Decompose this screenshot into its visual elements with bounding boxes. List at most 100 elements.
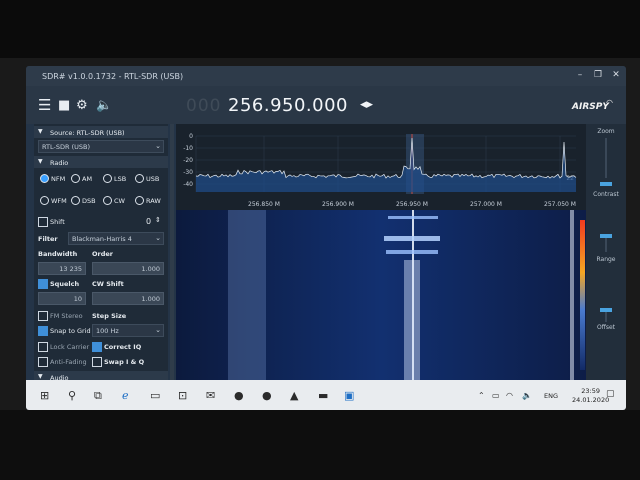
gear-icon[interactable]: ⚙: [76, 98, 88, 113]
close-button[interactable]: ✕: [610, 70, 622, 82]
store-icon[interactable]: ⊡: [178, 389, 187, 402]
tune-arrows-icon[interactable]: ◂▸: [360, 97, 373, 112]
chevron-down-icon: ⌄: [155, 234, 161, 242]
range-label: Range: [596, 256, 616, 263]
tray-wifi-icon[interactable]: ◠: [506, 391, 513, 400]
mode-label: WFM: [51, 197, 67, 205]
swap-iq-label: Swap I & Q: [104, 358, 145, 366]
lock-carrier-checkbox[interactable]: [38, 342, 48, 352]
x-tick-label: 257.000 M: [470, 201, 502, 208]
order-input[interactable]: 1.000: [92, 262, 164, 275]
spectrum-fill: [196, 138, 576, 192]
y-tick-label: -20: [183, 157, 193, 164]
waterfall-plot: [176, 210, 586, 380]
swap-iq-checkbox[interactable]: [92, 357, 102, 367]
offset-slider-track[interactable]: [605, 312, 607, 322]
radio-dot: [71, 174, 80, 183]
step-size-label: Step Size: [92, 312, 127, 320]
background-wall: [0, 0, 640, 58]
panel-scrollbar[interactable]: [170, 124, 174, 404]
source-device-dropdown[interactable]: RTL-SDR (USB) ⌄: [38, 140, 164, 153]
radio-dot: [40, 196, 49, 205]
sdrsharp-taskbar-icon[interactable]: ▣: [344, 389, 354, 402]
x-tick-label: 256.900 M: [322, 201, 354, 208]
squelch-checkbox[interactable]: [38, 279, 48, 289]
filter-dropdown[interactable]: Blackman-Harris 4 ⌄: [68, 232, 164, 245]
mode-radio-usb[interactable]: USB: [135, 174, 159, 184]
anti-fading-label: Anti-Fading: [50, 358, 87, 366]
stepper-icon[interactable]: ⇕: [155, 216, 161, 224]
anti-fading-checkbox[interactable]: [38, 357, 48, 367]
mode-label: RAW: [146, 197, 161, 205]
snap-to-grid-checkbox[interactable]: [38, 326, 48, 336]
order-value: 1.000: [141, 265, 160, 273]
search-icon[interactable]: ⚲: [68, 389, 76, 402]
waterfall-burst: [386, 250, 438, 254]
clock-time: 23:59: [581, 387, 600, 395]
file-explorer-icon[interactable]: ▭: [150, 389, 160, 402]
cw-shift-value: 1.000: [141, 295, 160, 303]
mode-radio-lsb[interactable]: LSB: [103, 174, 126, 184]
shift-checkbox[interactable]: [38, 217, 48, 227]
spectrum-display[interactable]: 0 -10 -20 -30 -40 256.850 M 256.900 M 25…: [176, 124, 586, 210]
x-tick-label: 256.850 M: [248, 201, 280, 208]
y-tick-label: -40: [183, 181, 193, 188]
mode-radio-am[interactable]: AM: [71, 174, 92, 184]
mode-label: DSB: [82, 197, 96, 205]
squelch-label: Squelch: [50, 280, 80, 288]
waterfall-color-scale: [580, 220, 585, 370]
notifications-icon[interactable]: ▢: [606, 389, 615, 399]
background-desk: [0, 410, 640, 480]
maximize-button[interactable]: ❐: [592, 70, 604, 82]
app-circle-icon[interactable]: ●: [262, 389, 272, 402]
radio-section-header[interactable]: ▼ Radio: [34, 156, 168, 168]
zoom-slider-track[interactable]: [605, 138, 607, 178]
y-tick-label: -10: [183, 145, 193, 152]
zoom-label: Zoom: [597, 128, 615, 135]
range-slider-track[interactable]: [605, 238, 607, 252]
bandwidth-input[interactable]: 13 235: [38, 262, 86, 275]
speaker-icon[interactable]: 🔈: [96, 98, 112, 113]
correct-iq-checkbox[interactable]: [92, 342, 102, 352]
squelch-input[interactable]: 10: [38, 292, 86, 305]
right-controls: Zoom Contrast Range Offset: [586, 124, 626, 380]
squelch-value: 10: [73, 295, 82, 303]
collapse-triangle-icon: ▼: [38, 128, 43, 135]
edge-browser-icon[interactable]: ℯ: [122, 389, 129, 402]
mode-label: LSB: [114, 175, 127, 183]
mode-radio-raw[interactable]: RAW: [135, 196, 161, 206]
mail-icon[interactable]: ✉: [206, 389, 215, 402]
radio-dot: [103, 174, 112, 183]
mode-radio-dsb[interactable]: DSB: [71, 196, 96, 206]
mode-label: AM: [82, 175, 93, 183]
waterfall-display[interactable]: [176, 210, 586, 380]
clock-date: 24.01.2020: [572, 396, 610, 404]
photos-icon[interactable]: ▲: [290, 389, 298, 402]
language-indicator[interactable]: ENG: [544, 392, 558, 400]
source-section-header[interactable]: ▼ Source: RTL-SDR (USB): [34, 126, 168, 138]
minimize-button[interactable]: –: [574, 70, 586, 82]
mode-radio-wfm[interactable]: WFM: [40, 196, 67, 206]
task-view-icon[interactable]: ⧉: [94, 389, 102, 403]
cw-shift-input[interactable]: 1.000: [92, 292, 164, 305]
app-circle-icon[interactable]: ●: [234, 389, 244, 402]
stop-icon[interactable]: ■: [58, 98, 70, 113]
step-size-dropdown[interactable]: 100 Hz ⌄: [92, 324, 164, 337]
y-tick-label: 0: [189, 133, 193, 140]
mode-radio-nfm[interactable]: NFM: [40, 174, 65, 184]
tray-volume-icon[interactable]: 🔈: [522, 391, 532, 400]
frequency-display[interactable]: 256.950.000: [228, 95, 348, 116]
fm-stereo-checkbox[interactable]: [38, 311, 48, 321]
shift-value[interactable]: 0: [146, 217, 151, 226]
app-window-icon[interactable]: ▬: [318, 389, 328, 402]
monitor-screen: SDR# v1.0.0.1732 - RTL-SDR (USB) – ❐ ✕ ☰…: [26, 66, 626, 410]
taskbar-clock[interactable]: 23:59 24.01.2020: [572, 387, 609, 405]
tray-chevron-up-icon[interactable]: ⌃: [478, 391, 485, 400]
menu-icon[interactable]: ☰: [38, 96, 51, 114]
mode-radio-cw[interactable]: CW: [103, 196, 125, 206]
chevron-down-icon: ⌄: [155, 326, 161, 334]
fm-stereo-label: FM Stereo: [50, 312, 83, 320]
start-windows-icon[interactable]: ⊞: [40, 389, 49, 402]
tray-network-icon[interactable]: ▭: [492, 391, 500, 400]
contrast-slider-knob[interactable]: [600, 182, 612, 186]
